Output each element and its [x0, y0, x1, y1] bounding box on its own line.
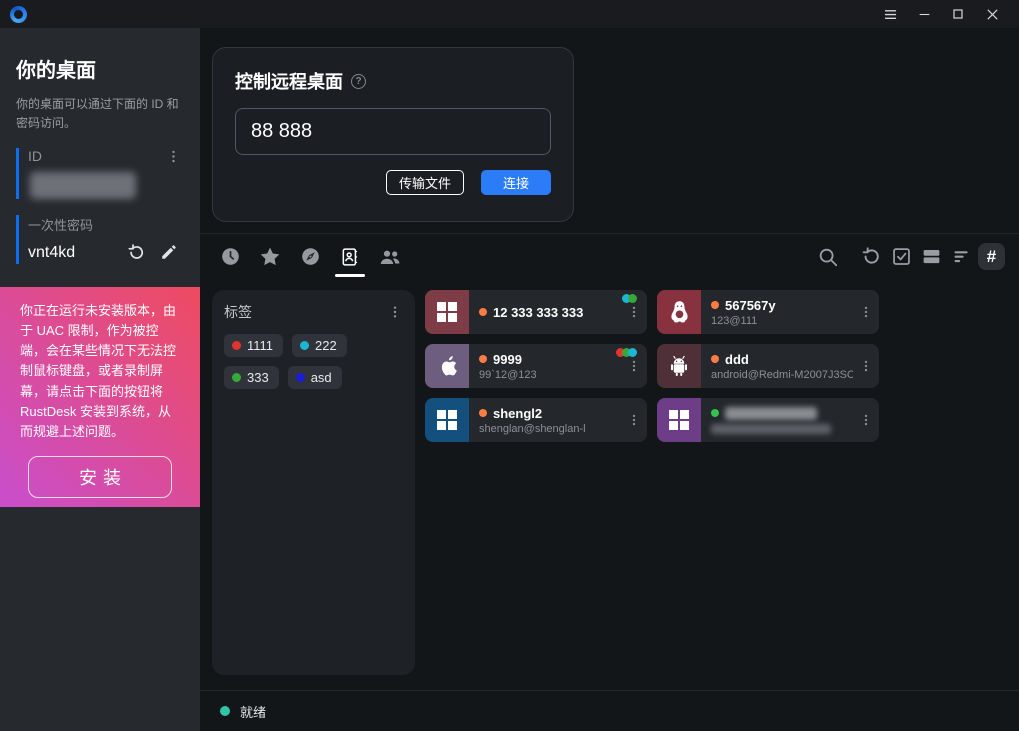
password-value: vnt4kd [28, 244, 75, 262]
peer-name-redacted [725, 407, 817, 420]
peer-card[interactable]: 12 333 333 333 [425, 290, 647, 334]
clock-icon [220, 246, 241, 267]
star-icon [259, 246, 281, 268]
windows-os-icon [425, 398, 469, 442]
sidebar: 你的桌面 你的桌面可以通过下面的 ID 和密码访问。 ID 一次性密码 vnt4… [0, 28, 200, 731]
rustdesk-logo-icon [10, 6, 27, 23]
compass-icon [300, 246, 321, 267]
main-area: 控制远程桌面 ? 传输文件 连接 [200, 28, 1019, 731]
id-value-redacted [30, 172, 136, 199]
tag-chip[interactable]: 333 [224, 366, 279, 389]
help-icon[interactable]: ? [351, 74, 366, 89]
address-book-icon [340, 247, 360, 267]
refresh-password-icon[interactable] [127, 243, 146, 262]
hamburger-menu-icon[interactable] [873, 0, 907, 28]
connect-button[interactable]: 连接 [481, 170, 551, 195]
peer-content: 标签 1111 222 333 asd 12 333 333 3 [200, 290, 1019, 690]
peer-card[interactable] [657, 398, 879, 442]
status-dot [711, 301, 719, 309]
peer-card[interactable]: ddd android@Redmi-M2007J3SC [657, 344, 879, 388]
id-field: ID [16, 148, 184, 199]
linux-os-icon [657, 290, 701, 334]
peer-card[interactable]: 9999 99`12@123 [425, 344, 647, 388]
peer-menu-icon[interactable] [853, 344, 879, 388]
peer-card[interactable]: 567567y 123@111 [657, 290, 879, 334]
status-ready-label: 就绪 [240, 702, 266, 721]
desktop-title: 你的桌面 [16, 54, 184, 83]
install-warning-text: 你正在运行未安装版本，由于 UAC 限制，作为被控端，会在某些情况下无法控制鼠标… [20, 301, 180, 442]
peer-card[interactable]: shengl2 shenglan@shenglan-l [425, 398, 647, 442]
peer-menu-icon[interactable] [853, 290, 879, 334]
peer-tag-dots [625, 294, 637, 303]
tag-color-dot [232, 373, 241, 382]
peer-tag-dots [619, 348, 637, 357]
tab-groups[interactable] [370, 234, 410, 280]
connect-card: 控制远程桌面 ? 传输文件 连接 [212, 47, 574, 222]
peer-toolbar: # [200, 233, 1019, 279]
tag-chip[interactable]: 1111 [224, 334, 283, 357]
cards-view-icon[interactable] [918, 243, 945, 270]
remote-id-input[interactable] [235, 108, 551, 155]
edit-password-icon[interactable] [160, 243, 178, 262]
status-dot [711, 409, 719, 417]
close-button[interactable] [975, 0, 1009, 28]
status-bar: 就绪 [200, 690, 1019, 731]
connect-title: 控制远程桌面 [235, 68, 343, 94]
select-checkbox-icon[interactable] [888, 243, 915, 270]
tab-discovered[interactable] [290, 234, 330, 280]
password-field: 一次性密码 vnt4kd [16, 215, 184, 264]
android-os-icon [657, 344, 701, 388]
refresh-icon[interactable] [858, 243, 885, 270]
tag-chip[interactable]: 222 [292, 334, 347, 357]
tab-recent-sessions[interactable] [210, 234, 250, 280]
peer-subtitle-redacted [711, 424, 831, 434]
minimize-button[interactable] [907, 0, 941, 28]
tag-chip[interactable]: asd [288, 366, 342, 389]
id-menu-icon[interactable] [165, 148, 182, 170]
status-dot [479, 308, 487, 316]
tab-favorites[interactable] [250, 234, 290, 280]
peer-grid: 12 333 333 333 567567y 123@111 [425, 290, 879, 690]
tag-color-dot [296, 373, 305, 382]
search-icon[interactable] [814, 243, 841, 270]
windows-os-icon [425, 290, 469, 334]
install-warning-panel: 你正在运行未安装版本，由于 UAC 限制，作为被控端，会在某些情况下无法控制鼠标… [0, 287, 200, 507]
apple-os-icon [425, 344, 469, 388]
tags-menu-icon[interactable] [387, 304, 403, 320]
desktop-description: 你的桌面可以通过下面的 ID 和密码访问。 [16, 95, 184, 132]
tags-panel: 标签 1111 222 333 asd [212, 290, 415, 675]
status-dot [479, 355, 487, 363]
status-dot [479, 409, 487, 417]
sort-icon[interactable] [948, 243, 975, 270]
id-label: ID [28, 148, 184, 164]
peer-menu-icon[interactable] [621, 398, 647, 442]
status-ready-dot [220, 706, 230, 716]
install-button[interactable]: 安装 [28, 456, 172, 498]
people-icon [378, 245, 402, 269]
password-label: 一次性密码 [28, 215, 184, 234]
tag-color-dot [232, 341, 241, 350]
peer-menu-icon[interactable] [853, 398, 879, 442]
status-dot [711, 355, 719, 363]
tab-address-book[interactable] [330, 234, 370, 280]
windows-os-icon [657, 398, 701, 442]
titlebar [0, 0, 1019, 28]
maximize-button[interactable] [941, 0, 975, 28]
tags-title: 标签 [224, 302, 252, 322]
grid-view-icon[interactable]: # [978, 243, 1005, 270]
transfer-file-button[interactable]: 传输文件 [386, 170, 464, 195]
tag-color-dot [300, 341, 309, 350]
